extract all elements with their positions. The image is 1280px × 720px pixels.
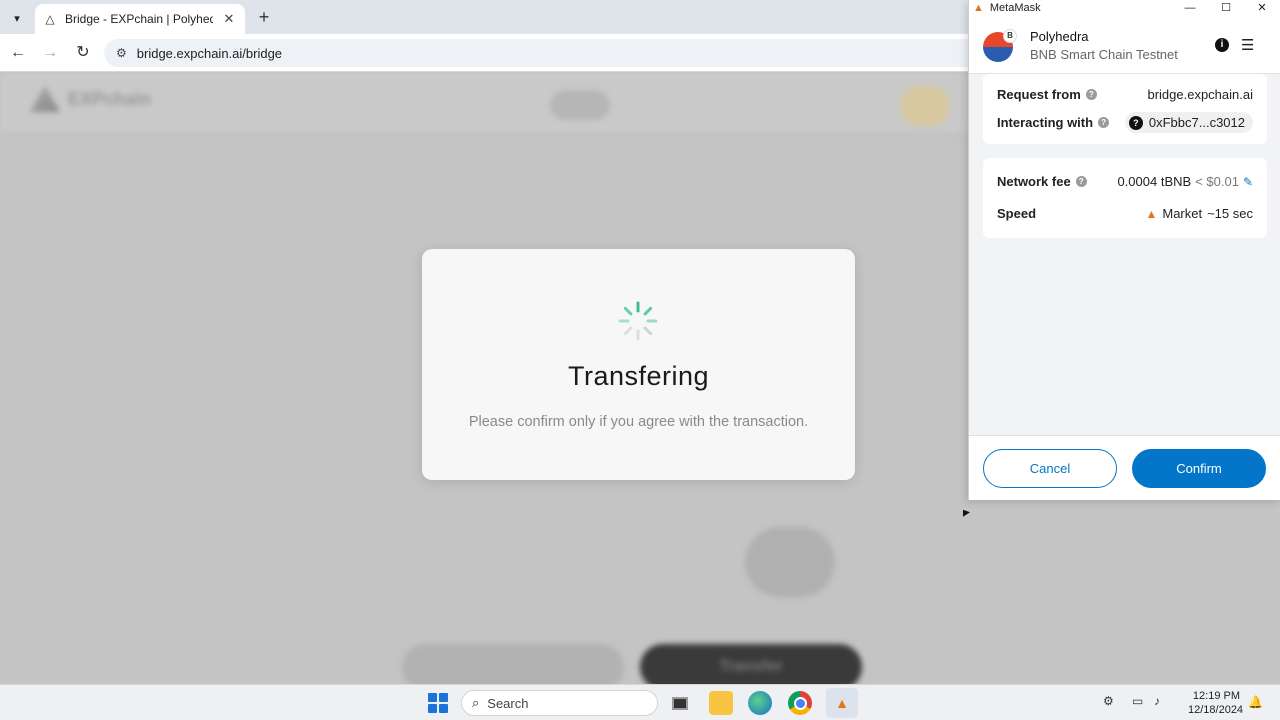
tab-list-chevron-icon[interactable]: ▾	[6, 7, 28, 29]
fox-speed-icon: ▲	[1145, 206, 1158, 221]
windows-start-icon[interactable]	[428, 693, 448, 713]
network-badge: B	[1003, 29, 1017, 43]
address-bar[interactable]: ⚙ bridge.expchain.ai/bridge	[104, 39, 984, 67]
speed-time: ~15 sec	[1207, 206, 1253, 221]
volume-icon[interactable]: ♪	[1154, 694, 1160, 708]
clock-time: 12:19 PM	[1192, 690, 1240, 702]
network-fee-value: 0.0004 tBNB	[1117, 174, 1192, 189]
nav-pill-active	[550, 90, 610, 120]
network-fee-label: Network fee	[997, 174, 1071, 189]
interacting-with-label: Interacting with	[997, 115, 1094, 130]
account-name: Polyhedra	[1030, 29, 1089, 44]
blurred-shape	[745, 527, 835, 597]
metamask-popup: ▲ MetaMask — ☐ ✕ B Polyhedra BNB Smart C…	[968, 0, 1280, 500]
expchain-logo: EXPchain	[30, 86, 151, 112]
new-tab-button[interactable]: +	[254, 6, 274, 28]
tab-title: Bridge - EXPchain | Polyhedra N	[65, 12, 213, 26]
minimize-icon[interactable]: —	[1172, 0, 1208, 16]
system-clock[interactable]: 12:19 PM 12/18/2024	[1188, 689, 1244, 717]
url-text: bridge.expchain.ai/bridge	[136, 45, 283, 61]
contract-address: 0xFbbc7...c3012	[1148, 115, 1245, 130]
search-icon: ⌕	[472, 695, 480, 710]
info-icon[interactable]: i	[1215, 38, 1229, 52]
clock-date: 12/18/2024	[1188, 704, 1244, 716]
question-icon[interactable]: ?	[1098, 117, 1110, 128]
close-icon[interactable]: ✕	[1244, 0, 1280, 16]
network-fee-row: Network fee ? 0.0004 tBNB < $0.01 ✎	[997, 174, 1253, 189]
expchain-favicon-icon: △	[45, 12, 55, 26]
network-name: BNB Smart Chain Testnet	[1030, 47, 1178, 62]
metamask-footer: Cancel Confirm	[969, 435, 1280, 500]
wallet-button-blurred	[900, 86, 950, 126]
confirm-button[interactable]: Confirm	[1132, 449, 1266, 488]
speed-label: Speed	[997, 206, 1037, 221]
modal-title: Transfering	[567, 361, 710, 391]
interacting-with-row: Interacting with ? ? 0xFbbc7...c3012	[997, 112, 1253, 133]
back-arrow-icon[interactable]: ←	[7, 42, 29, 64]
tray-settings-icon[interactable]: ⚙	[1103, 694, 1114, 708]
browser-tab-bar: ▾ △ Bridge - EXPchain | Polyhedra N ✕ +	[0, 0, 970, 34]
question-icon[interactable]: ?	[1075, 176, 1087, 187]
question-icon[interactable]: ?	[1085, 89, 1097, 100]
browser-toolbar: ← → ↻ ⚙ bridge.expchain.ai/bridge	[0, 34, 984, 72]
fee-details-card: Network fee ? 0.0004 tBNB < $0.01 ✎ Spee…	[983, 158, 1267, 238]
network-fee-usd: < $0.01	[1195, 174, 1239, 189]
request-from-label: Request from	[997, 87, 1081, 102]
chrome-browser-icon[interactable]	[788, 691, 812, 715]
browser-tab-bridge[interactable]: △ Bridge - EXPchain | Polyhedra N ✕	[35, 4, 245, 34]
edge-browser-icon[interactable]	[748, 691, 772, 715]
request-from-row: Request from ? bridge.expchain.ai	[997, 87, 1253, 102]
file-explorer-icon[interactable]	[709, 691, 733, 715]
cancel-button[interactable]: Cancel	[983, 449, 1117, 488]
transfer-button: Transfer	[640, 644, 862, 684]
page-header: EXPchain	[0, 72, 970, 134]
nav-pill	[640, 90, 720, 120]
logo-text: EXPchain	[68, 88, 152, 109]
task-view-icon[interactable]	[668, 691, 692, 715]
unknown-contract-icon: ?	[1128, 115, 1143, 130]
taskbar-search[interactable]: ⌕ Search	[461, 690, 658, 716]
maximize-icon[interactable]: ☐	[1208, 0, 1244, 16]
contract-address-pill[interactable]: ? 0xFbbc7...c3012	[1124, 112, 1253, 133]
request-details-card: Request from ? bridge.expchain.ai Intera…	[983, 74, 1267, 144]
metamask-fox-icon: ▲	[973, 2, 984, 14]
expchain-logo-icon	[30, 86, 60, 112]
modal-subtitle: Please confirm only if you agree with th…	[468, 414, 809, 430]
site-info-icon[interactable]: ⚙	[116, 46, 127, 60]
transfering-modal: Transfering Please confirm only if you a…	[422, 249, 855, 480]
tab-close-icon[interactable]: ✕	[221, 11, 237, 27]
speed-row: Speed ▲ Market ~15 sec	[997, 206, 1253, 221]
edit-pencil-icon[interactable]: ✎	[1243, 175, 1253, 189]
windows-taskbar: ⌕ Search ▲ ⚙ ▭ ♪ 12:19 PM 12/18/2024 🔔	[0, 684, 1280, 720]
blurred-left-button	[402, 644, 624, 684]
loading-spinner-icon	[618, 301, 658, 341]
forward-arrow-icon[interactable]: →	[39, 42, 61, 64]
metamask-taskbar-icon[interactable]: ▲	[826, 688, 858, 718]
metamask-window-title: MetaMask	[989, 2, 1041, 14]
network-icon[interactable]: ▭	[1132, 694, 1143, 708]
metamask-account-header: B Polyhedra BNB Smart Chain Testnet i ☰	[969, 16, 1280, 74]
request-from-value: bridge.expchain.ai	[1147, 87, 1253, 102]
search-placeholder: Search	[487, 695, 529, 711]
speed-value: Market	[1162, 206, 1203, 221]
sliders-settings-icon[interactable]: ☰	[1241, 36, 1254, 54]
notification-bell-icon[interactable]: 🔔	[1248, 695, 1263, 709]
reload-icon[interactable]: ↻	[72, 42, 94, 64]
metamask-titlebar: ▲ MetaMask — ☐ ✕	[969, 0, 1280, 16]
